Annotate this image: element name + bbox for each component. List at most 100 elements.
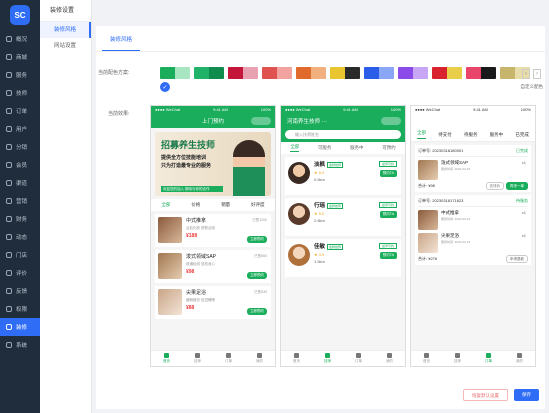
sidebar-item[interactable]: 评价	[0, 264, 40, 282]
status-time: 9:41 AM	[473, 107, 488, 112]
sidebar-item[interactable]: 系统	[0, 336, 40, 354]
color-swatch[interactable]	[262, 67, 292, 79]
tech-tag: 金牌技师	[327, 244, 344, 250]
reorder-button[interactable]: 再来一单	[506, 182, 528, 190]
tech-card[interactable]: 行瑶 金牌技师 ★ 5.0 2.8km 最早可约 预约TA	[285, 198, 401, 236]
book-tech-button[interactable]: 预约TA	[379, 211, 397, 218]
orders-icon	[486, 353, 491, 358]
tab-orders[interactable]: 订单	[343, 351, 374, 366]
sidebar-item[interactable]: 渠道	[0, 174, 40, 192]
color-swatch[interactable]	[194, 67, 224, 79]
tab-bookable[interactable]: 可预约	[382, 145, 396, 151]
tab-done[interactable]: 已完成	[515, 132, 529, 138]
sidebar-item[interactable]: 商城	[0, 48, 40, 66]
tab-home[interactable]: 首页	[151, 351, 182, 366]
banner-title: 招募养生技师	[161, 140, 216, 150]
order-item-name: 中式推拿	[441, 210, 459, 215]
order-qty: x1	[521, 233, 526, 238]
custom-color-link[interactable]: 自定义配色	[521, 84, 544, 90]
tab-orders[interactable]: 订单	[213, 351, 244, 366]
order-qty: x1	[521, 210, 526, 215]
review-button[interactable]: 去评价	[485, 182, 504, 190]
tab-mine[interactable]: 我的	[244, 351, 275, 366]
color-swatch[interactable]	[296, 67, 326, 79]
order-card[interactable]: 订单号: 20230318180001 已完成 泼式领域SAP 服务时间: 2023…	[415, 145, 531, 192]
service-card[interactable]: 泼式领域SAP 疏通经络 放松身心 ¥98 已售860 立即预约	[155, 250, 271, 283]
sidebar-item[interactable]: 反馈	[0, 282, 40, 300]
tab-style[interactable]: 装修风格	[102, 35, 141, 51]
menu-icon	[6, 180, 12, 186]
tab-all[interactable]: 全部	[417, 130, 427, 139]
tab-in-service[interactable]: 服务中	[490, 132, 504, 138]
book-tech-button[interactable]: 预约TA	[379, 252, 397, 259]
tab-mine[interactable]: 我的	[504, 351, 535, 366]
sidebar-item[interactable]: 技师	[0, 84, 40, 102]
banner-line-2: 只为打造最专业的服务	[161, 163, 212, 169]
promo-banner[interactable]: 招募养生技师 提供全方位技能培训 只为打造最专业的服务 欢迎您的加入 期待与你的…	[155, 132, 271, 196]
order-card[interactable]: 订单号: 20230318171623 待服务 中式推拿 服务时间: 2023-03…	[415, 195, 531, 265]
tab-busy[interactable]: 服务中	[350, 145, 364, 151]
sidebar-item-label: 门店	[16, 253, 28, 259]
tab-mine[interactable]: 我的	[374, 351, 405, 366]
tab-available[interactable]: 可服务	[318, 145, 332, 151]
sidebar-item[interactable]: 动态	[0, 228, 40, 246]
sidebar-item[interactable]: 权限	[0, 300, 40, 318]
book-tech-button[interactable]: 预约TA	[379, 170, 397, 177]
sub-item-site-settings[interactable]: 网站设置	[40, 38, 91, 54]
filter-sales[interactable]: 销量	[221, 202, 230, 208]
sidebar-item[interactable]: 订单	[0, 102, 40, 120]
app-logo[interactable]: SC	[0, 0, 40, 30]
chevron-right-icon[interactable]: ›	[533, 69, 541, 79]
color-swatch[interactable]	[466, 67, 496, 79]
tab-home[interactable]: 首页	[281, 351, 312, 366]
tab-tech[interactable]: 技师	[442, 351, 473, 366]
book-button[interactable]: 立即预约	[247, 236, 267, 243]
color-swatch[interactable]	[228, 67, 258, 79]
sub-item-style[interactable]: 装修风格	[40, 22, 91, 38]
tech-card[interactable]: 佳敏 金牌技师 ★ 4.9 1.5km 最早可约 预约TA	[285, 239, 401, 277]
color-swatch[interactable]	[160, 67, 190, 79]
chevron-left-icon[interactable]: ‹	[522, 69, 530, 79]
tab-pending[interactable]: 待服务	[464, 132, 478, 138]
color-swatch[interactable]	[432, 67, 462, 79]
book-button[interactable]: 立即预约	[247, 272, 267, 279]
search-input[interactable]: 输入技师姓名	[285, 130, 401, 139]
earliest-badge: 最早可约	[378, 161, 397, 167]
order-tabs: 全部 待支付 待服务 服务中 已完成	[411, 128, 535, 142]
color-swatch[interactable]	[330, 67, 360, 79]
color-swatch[interactable]	[398, 67, 428, 79]
filter-rating[interactable]: 好评度	[251, 202, 265, 208]
sidebar-item[interactable]: 概况	[0, 30, 40, 48]
service-thumb	[158, 289, 182, 315]
tab-tech[interactable]: 技师	[182, 351, 213, 366]
phone-header	[411, 114, 535, 128]
tab-unpaid[interactable]: 待支付	[438, 132, 452, 138]
filter-all[interactable]: 全部	[161, 202, 170, 208]
service-card[interactable]: 中式推拿 活血化瘀 舒筋活络 ¥188 已售1200 立即预约	[155, 214, 271, 247]
reset-default-button[interactable]: 恢复默认设置	[463, 389, 508, 401]
tab-all[interactable]: 全部	[290, 144, 300, 152]
sidebar-item[interactable]: 门店	[0, 246, 40, 264]
filter-price[interactable]: 价格	[191, 202, 200, 208]
tab-orders[interactable]: 订单	[473, 351, 504, 366]
preview-label: 当前效果:	[108, 111, 130, 117]
sidebar-item[interactable]: 装修	[0, 318, 40, 336]
book-button[interactable]: 立即预约	[247, 308, 267, 315]
tech-card[interactable]: 淡枫 金牌技师 ★ 5.0 0.5km 最早可约 预约TA	[285, 157, 401, 195]
refund-button[interactable]: 申请退款	[506, 255, 528, 263]
tab-mine-label: 我的	[256, 359, 263, 363]
tab-tech[interactable]: 技师	[312, 351, 343, 366]
sub-sidebar: 装修设置 装修风格 网站设置	[40, 0, 92, 413]
save-button[interactable]: 保存	[514, 389, 539, 401]
sidebar-item[interactable]: 财务	[0, 210, 40, 228]
menu-icon	[6, 288, 12, 294]
menu-icon	[6, 108, 12, 114]
color-swatch[interactable]	[364, 67, 394, 79]
tab-home[interactable]: 首页	[411, 351, 442, 366]
sidebar-item[interactable]: 营销	[0, 192, 40, 210]
sidebar-item[interactable]: 服务	[0, 66, 40, 84]
service-card[interactable]: 尖果足浴 缓解疲劳 促进睡眠 ¥88 已售530 立即预约	[155, 286, 271, 319]
sidebar-item[interactable]: 用户	[0, 120, 40, 138]
sidebar-item[interactable]: 分销	[0, 138, 40, 156]
sidebar-item[interactable]: 会员	[0, 156, 40, 174]
